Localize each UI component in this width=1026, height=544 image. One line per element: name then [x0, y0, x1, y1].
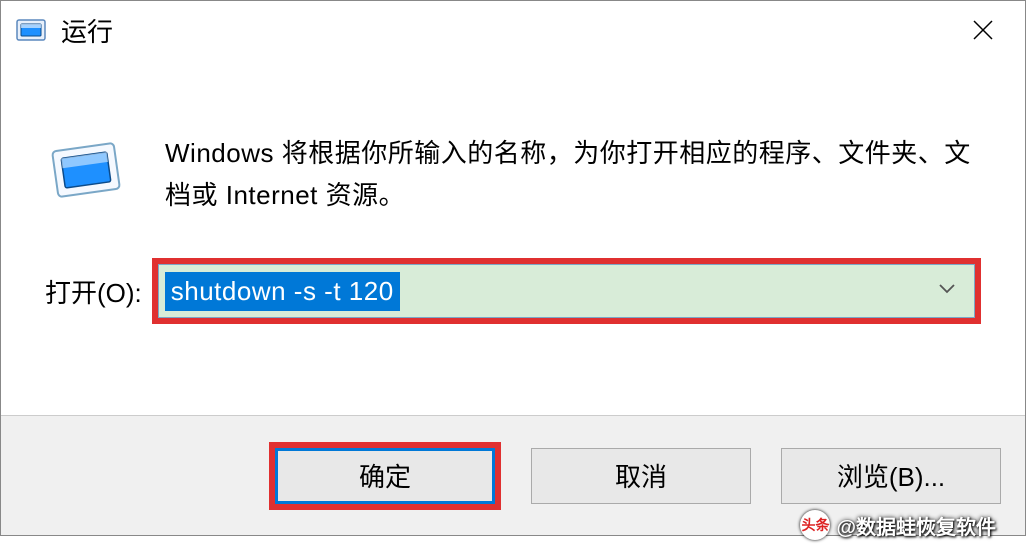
browse-button[interactable]: 浏览(B)... — [781, 448, 1001, 504]
close-icon — [971, 18, 995, 42]
open-combobox[interactable]: shutdown -s -t 120 — [158, 264, 975, 318]
close-button[interactable] — [961, 8, 1005, 52]
run-dialog-window: 运行 Windows 将根据你所输入的名称，为你打开相应的程序、文件夹、文档或 … — [0, 0, 1026, 536]
title-bar: 运行 — [1, 1, 1025, 59]
description-text: Windows 将根据你所输入的名称，为你打开相应的程序、文件夹、文档或 Int… — [165, 133, 981, 216]
watermark: 头条 @数据蛙恢复软件 — [800, 510, 996, 540]
ok-highlight-frame: 确定 — [269, 442, 501, 510]
open-input-row: 打开(O): shutdown -s -t 120 — [45, 258, 981, 324]
watermark-badge: 头条 — [800, 510, 830, 540]
open-label: 打开(O): — [45, 273, 142, 310]
cancel-button[interactable]: 取消 — [531, 448, 751, 504]
watermark-text: @数据蛙恢复软件 — [836, 511, 996, 540]
open-input-value: shutdown -s -t 120 — [165, 272, 400, 311]
input-highlight-frame: shutdown -s -t 120 — [152, 258, 981, 324]
dropdown-arrow-icon[interactable] — [938, 282, 956, 300]
window-title: 运行 — [61, 12, 961, 49]
run-large-icon — [45, 137, 127, 203]
description-row: Windows 将根据你所输入的名称，为你打开相应的程序、文件夹、文档或 Int… — [45, 133, 981, 216]
content-area: Windows 将根据你所输入的名称，为你打开相应的程序、文件夹、文档或 Int… — [1, 59, 1025, 415]
run-dialog-icon — [15, 14, 47, 46]
ok-button[interactable]: 确定 — [275, 448, 495, 504]
